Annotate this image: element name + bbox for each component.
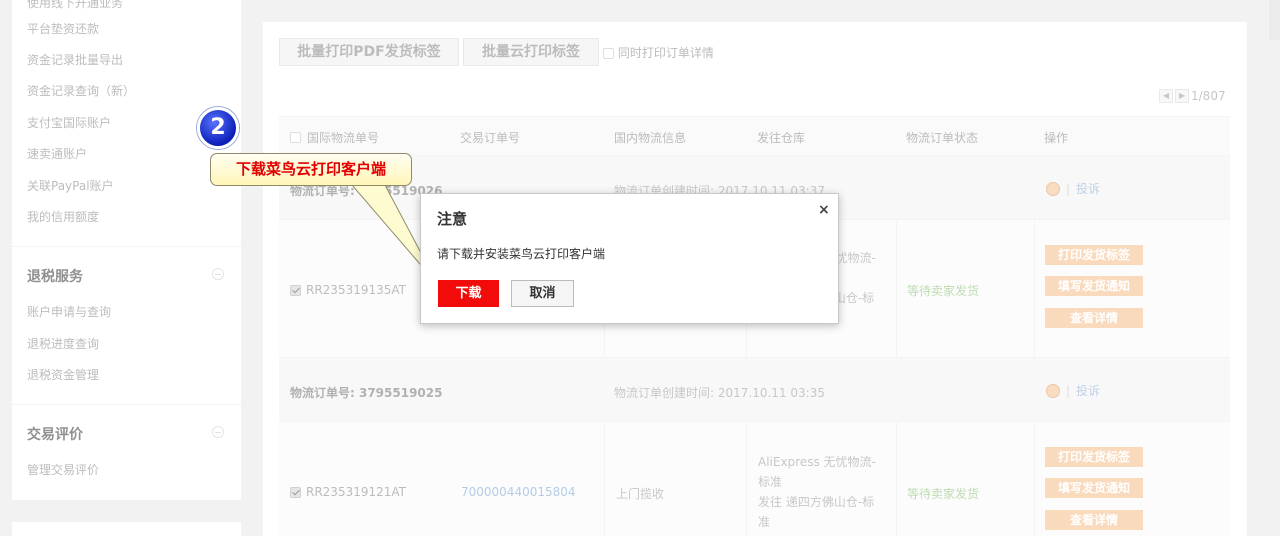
download-button[interactable]: 下载 bbox=[438, 280, 499, 307]
callout-pointer bbox=[350, 184, 439, 286]
notice-dialog: 注意 × 请下载并安装菜鸟云打印客户端 下载 取消 bbox=[420, 193, 839, 324]
dialog-message: 请下载并安装菜鸟云打印客户端 bbox=[437, 247, 606, 261]
dialog-title: 注意 bbox=[437, 210, 468, 228]
step-number-badge: 2 bbox=[197, 107, 239, 149]
close-icon[interactable]: × bbox=[818, 202, 830, 218]
cancel-button[interactable]: 取消 bbox=[511, 280, 574, 307]
tutorial-callout: 下载菜鸟云打印客户端 bbox=[210, 153, 412, 186]
